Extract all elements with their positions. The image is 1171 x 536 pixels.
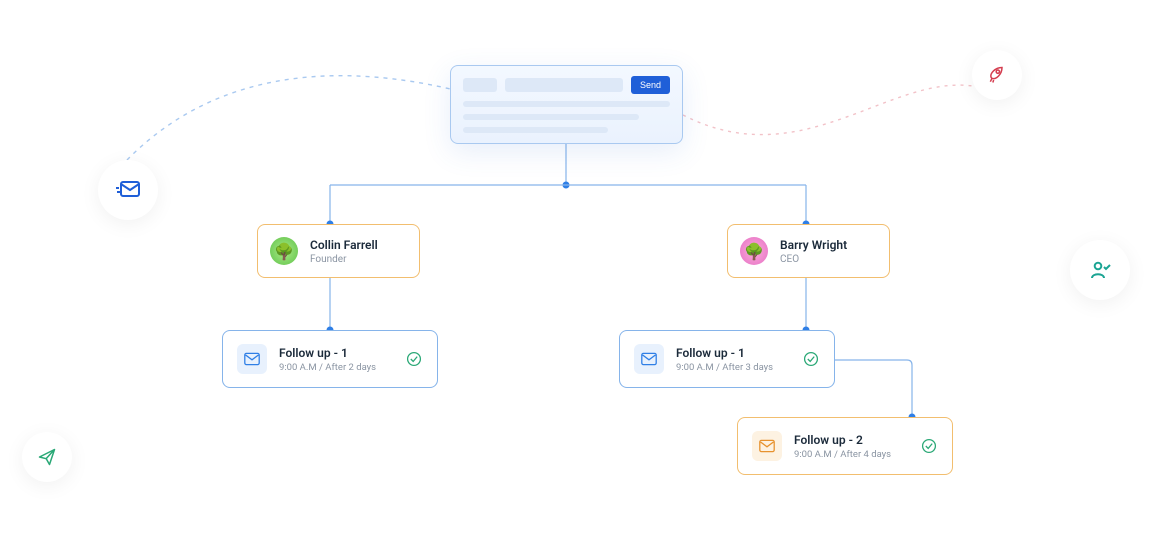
followup-card-right-1[interactable]: Follow up - 1 9:00 A.M / After 3 days [619,330,835,388]
compose-body-line [463,127,608,133]
check-circle-icon [802,350,820,368]
compose-body-line [463,114,639,120]
followup-meta: 9:00 A.M / After 2 days [279,362,376,373]
compose-subject-placeholder [505,78,623,92]
mail-fast-circle [98,160,158,220]
check-circle-icon [920,437,938,455]
followup-card-left-1[interactable]: Follow up - 1 9:00 A.M / After 2 days [222,330,438,388]
contact-role: Founder [310,254,378,265]
user-check-icon [1088,258,1112,282]
followup-meta: 9:00 A.M / After 3 days [676,362,773,373]
envelope-chip [237,344,267,374]
avatar: 🌳 [740,237,768,265]
followup-meta: 9:00 A.M / After 4 days [794,449,891,460]
contact-name: Collin Farrell [310,238,378,252]
compose-body-line [463,101,670,107]
envelope-chip [752,431,782,461]
rocket-icon [987,65,1007,85]
rocket-circle [972,50,1022,100]
envelope-icon [244,352,260,366]
compose-to-placeholder [463,78,497,92]
envelope-chip [634,344,664,374]
envelope-icon [641,352,657,366]
contact-name: Barry Wright [780,238,847,252]
user-check-circle [1070,240,1130,300]
contact-card-left[interactable]: 🌳 Collin Farrell Founder [257,224,420,278]
send-button[interactable]: Send [631,76,670,94]
followup-title: Follow up - 1 [279,346,376,360]
envelope-icon [759,439,775,453]
paper-plane-icon [37,447,57,467]
followup-card-right-2[interactable]: Follow up - 2 9:00 A.M / After 4 days [737,417,953,475]
check-circle-icon [405,350,423,368]
followup-title: Follow up - 2 [794,433,891,447]
avatar: 🌳 [270,237,298,265]
contact-role: CEO [780,254,847,265]
paper-plane-circle [22,432,72,482]
followup-title: Follow up - 1 [676,346,773,360]
compose-email-card: Send [450,65,683,144]
mail-fast-icon [115,179,141,201]
contact-card-right[interactable]: 🌳 Barry Wright CEO [727,224,890,278]
